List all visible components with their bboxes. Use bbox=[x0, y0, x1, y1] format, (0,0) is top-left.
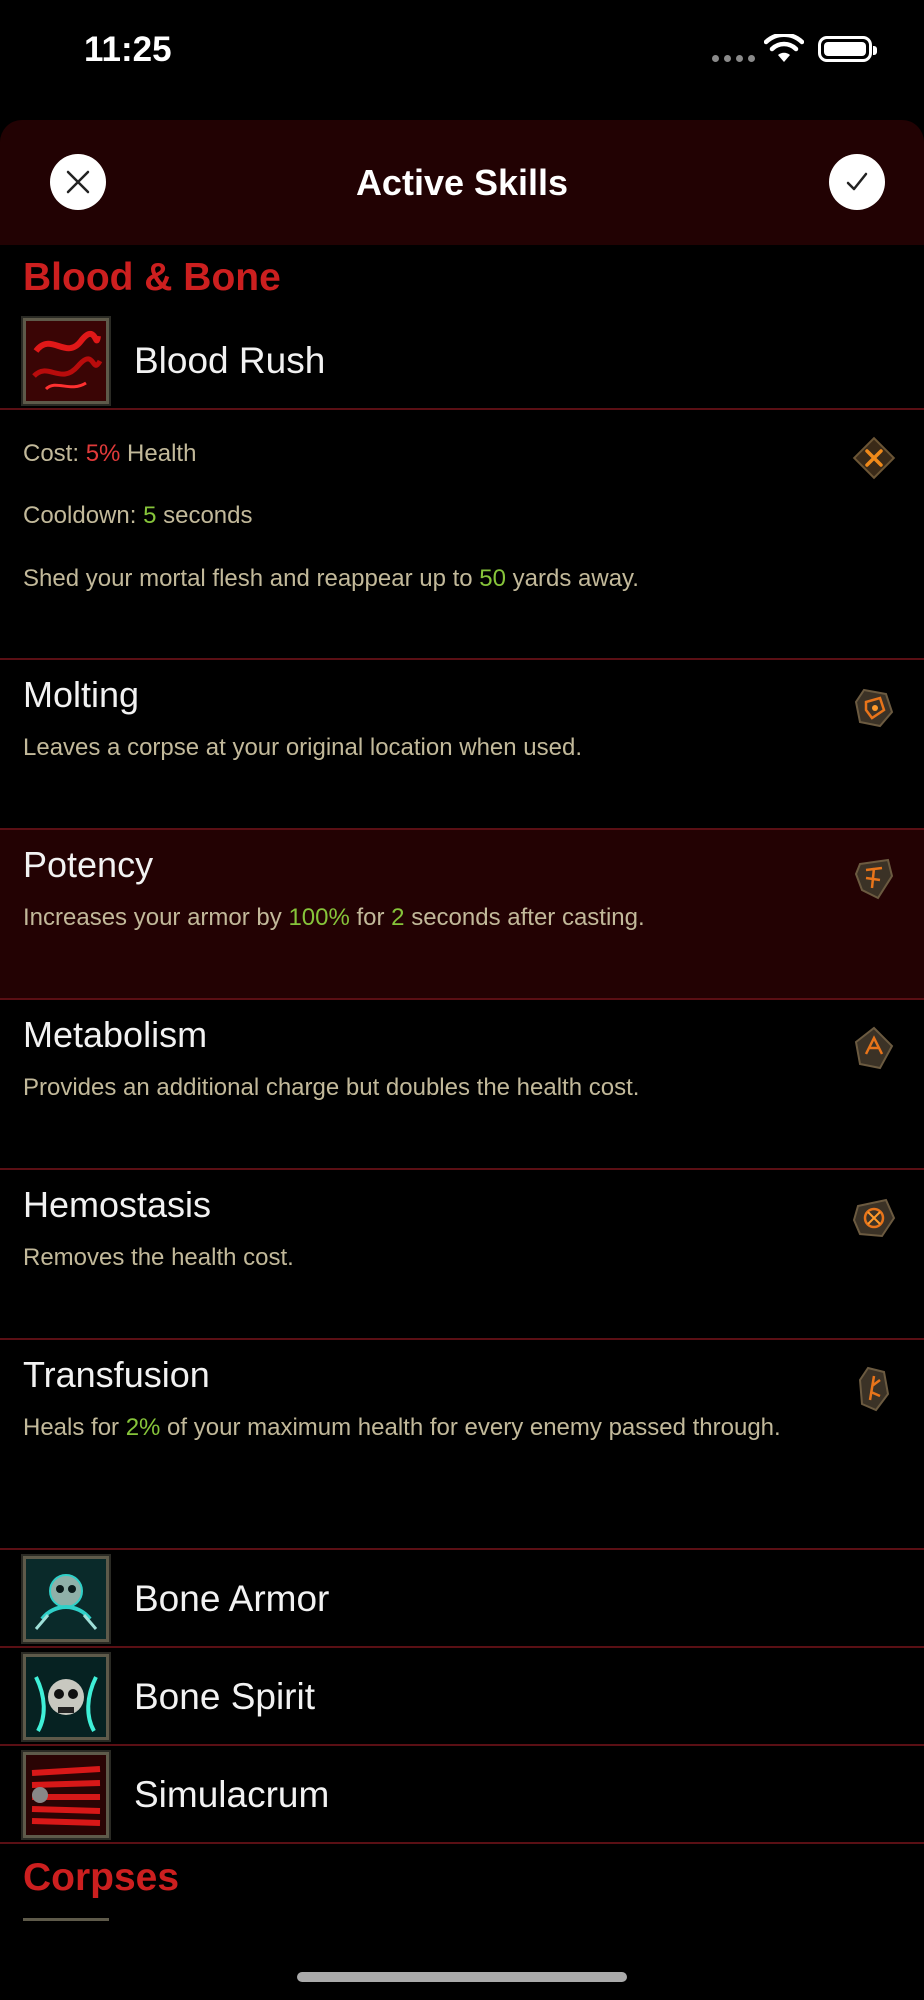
cellular-signal-icon bbox=[712, 55, 755, 62]
wifi-icon bbox=[764, 34, 804, 62]
checkmark-icon bbox=[846, 172, 868, 191]
no-rune-icon[interactable] bbox=[850, 434, 898, 482]
rune-molting-icon bbox=[854, 688, 894, 728]
home-indicator[interactable] bbox=[297, 1972, 627, 1982]
rune-row-molting[interactable]: Molting Leaves a corpse at your original… bbox=[0, 660, 924, 828]
skill-name: Bone Spirit bbox=[134, 1676, 315, 1717]
rune-description: Increases your armor by 100% for 2 secon… bbox=[23, 898, 783, 938]
battery-icon bbox=[818, 36, 877, 62]
cost-label: Cost: bbox=[23, 440, 86, 467]
skill-name: Bone Armor bbox=[134, 1578, 330, 1619]
skill-name: Blood Rush bbox=[134, 340, 326, 381]
skill-row-bone-armor[interactable]: Bone Armor bbox=[0, 1550, 924, 1646]
cost-value: 5% bbox=[85, 440, 121, 467]
skill-row-bone-spirit[interactable]: Bone Spirit bbox=[0, 1648, 924, 1744]
desc-text: Shed your mortal flesh and reappear up t… bbox=[23, 565, 480, 592]
rune-transfusion-icon bbox=[858, 1366, 890, 1412]
status-bar: 11:25 bbox=[0, 0, 924, 110]
skill-row-simulacrum[interactable]: Simulacrum bbox=[0, 1746, 924, 1842]
rune-description: Heals for 2% of your maximum health for … bbox=[23, 1408, 783, 1448]
desc-text: Increases your armor by bbox=[23, 904, 289, 931]
divider bbox=[0, 1842, 924, 1844]
cost-line: Cost: 5% Health bbox=[23, 440, 196, 468]
cost-unit: Health bbox=[120, 440, 197, 467]
cooldown-line: Cooldown: 5 seconds bbox=[23, 502, 253, 530]
desc-value: 50 bbox=[479, 565, 506, 592]
desc-value: 2% bbox=[125, 1414, 161, 1441]
rune-title: Molting bbox=[23, 674, 140, 715]
desc-text: for bbox=[349, 904, 392, 931]
rune-row-transfusion[interactable]: Transfusion Heals for 2% of your maximum… bbox=[0, 1340, 924, 1548]
rune-row-potency[interactable]: Potency Increases your armor by 100% for… bbox=[0, 830, 924, 998]
desc-text: Heals for bbox=[23, 1414, 126, 1441]
skill-icon-partial bbox=[23, 1918, 109, 1929]
rune-metabolism-icon bbox=[854, 1026, 894, 1070]
cooldown-unit: seconds bbox=[156, 502, 253, 529]
desc-value: 100% bbox=[288, 904, 350, 931]
skill-description: Shed your mortal flesh and reappear up t… bbox=[23, 565, 639, 593]
rune-title: Transfusion bbox=[23, 1354, 210, 1395]
rune-title: Metabolism bbox=[23, 1014, 208, 1055]
skill-icon-simulacrum bbox=[21, 1750, 111, 1840]
status-time: 11:25 bbox=[84, 30, 172, 69]
rune-row-hemostasis[interactable]: Hemostasis Removes the health cost. bbox=[0, 1170, 924, 1338]
section-title-corpses: Corpses bbox=[23, 1856, 180, 1899]
skill-icon-blood-rush bbox=[21, 316, 111, 406]
rune-potency-icon bbox=[854, 858, 894, 900]
desc-text: of your maximum health for every enemy p… bbox=[160, 1414, 781, 1441]
rune-description: Removes the health cost. bbox=[23, 1244, 294, 1271]
cooldown-value: 5 bbox=[143, 502, 157, 529]
cooldown-label: Cooldown: bbox=[23, 502, 144, 529]
rune-description: Leaves a corpse at your original locatio… bbox=[23, 734, 583, 761]
rune-title: Potency bbox=[23, 844, 154, 885]
desc-value: 2 bbox=[391, 904, 405, 931]
desc-text: seconds after casting. bbox=[404, 904, 645, 931]
page-title: Active Skills bbox=[355, 162, 569, 203]
skill-details: Cost: 5% Health Cooldown: 5 seconds Shed… bbox=[0, 410, 924, 660]
skill-row-blood-rush[interactable]: Blood Rush bbox=[0, 314, 924, 410]
done-button[interactable] bbox=[829, 154, 885, 210]
rune-title: Hemostasis bbox=[23, 1184, 212, 1225]
skill-name: Simulacrum bbox=[134, 1774, 330, 1815]
skill-icon-bone-armor bbox=[21, 1554, 111, 1644]
rune-hemostasis-icon bbox=[852, 1198, 896, 1238]
desc-text: yards away. bbox=[505, 565, 639, 592]
skill-icon-bone-spirit bbox=[21, 1652, 111, 1742]
sheet-header: Active Skills bbox=[0, 120, 924, 245]
rune-row-metabolism[interactable]: Metabolism Provides an additional charge… bbox=[0, 1000, 924, 1168]
rune-description: Provides an additional charge but double… bbox=[23, 1074, 640, 1101]
section-title-blood-bone: Blood & Bone bbox=[23, 256, 281, 299]
